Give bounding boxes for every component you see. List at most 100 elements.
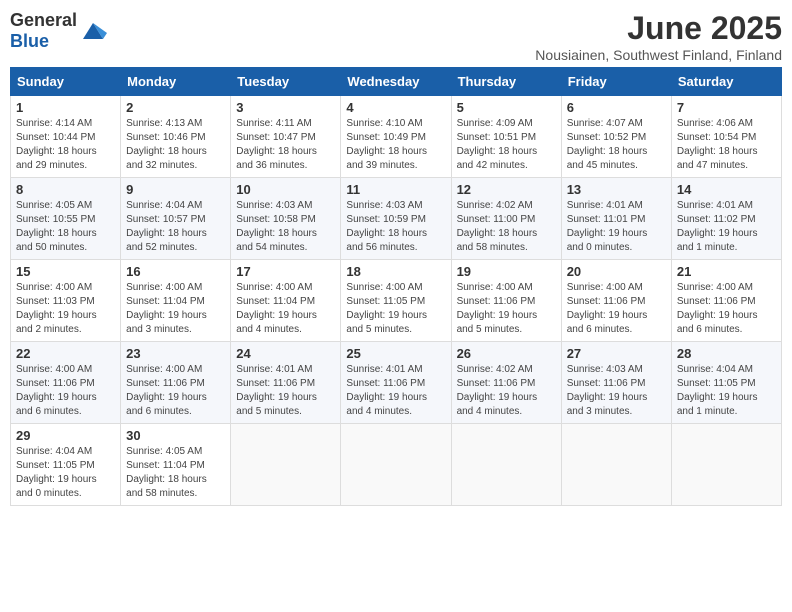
day-number: 6 — [567, 100, 666, 115]
day-number: 14 — [677, 182, 776, 197]
day-number: 22 — [16, 346, 115, 361]
day-info: Sunrise: 4:07 AMSunset: 10:52 PMDaylight… — [567, 117, 666, 173]
day-info: Sunrise: 4:00 AMSunset: 11:06 PMDaylight… — [457, 281, 556, 337]
header-wednesday: Wednesday — [341, 68, 451, 96]
day-info: Sunrise: 4:02 AMSunset: 11:06 PMDaylight… — [457, 363, 556, 419]
day-info: Sunrise: 4:05 AMSunset: 10:55 PMDaylight… — [16, 199, 115, 255]
day-info: Sunrise: 4:00 AMSunset: 11:05 PMDaylight… — [346, 281, 445, 337]
day-info: Sunrise: 4:10 AMSunset: 10:49 PMDaylight… — [346, 117, 445, 173]
week-row-4: 22 Sunrise: 4:00 AMSunset: 11:06 PMDaylig… — [11, 342, 782, 424]
day-cell — [341, 424, 451, 506]
day-cell — [561, 424, 671, 506]
day-cell: 26 Sunrise: 4:02 AMSunset: 11:06 PMDaylig… — [451, 342, 561, 424]
header-saturday: Saturday — [671, 68, 781, 96]
week-row-2: 8Sunrise: 4:05 AMSunset: 10:55 PMDayligh… — [11, 178, 782, 260]
day-number: 10 — [236, 182, 335, 197]
day-info: Sunrise: 4:00 AMSunset: 11:06 PMDaylight… — [567, 281, 666, 337]
day-number: 15 — [16, 264, 115, 279]
day-cell: 15 Sunrise: 4:00 AMSunset: 11:03 PMDaylig… — [11, 260, 121, 342]
day-info: Sunrise: 4:01 AMSunset: 11:06 PMDaylight… — [236, 363, 335, 419]
day-info: Sunrise: 4:03 AMSunset: 11:06 PMDaylight… — [567, 363, 666, 419]
day-number: 11 — [346, 182, 445, 197]
day-number: 4 — [346, 100, 445, 115]
day-cell: 5 Sunrise: 4:09 AMSunset: 10:51 PMDayligh… — [451, 96, 561, 178]
header-tuesday: Tuesday — [231, 68, 341, 96]
day-info: Sunrise: 4:00 AMSunset: 11:06 PMDaylight… — [677, 281, 776, 337]
day-number: 19 — [457, 264, 556, 279]
header-row: SundayMondayTuesdayWednesdayThursdayFrid… — [11, 68, 782, 96]
page-header: General Blue June 2025 Nousiainen, South… — [10, 10, 782, 63]
title-area: June 2025 Nousiainen, Southwest Finland,… — [535, 10, 782, 63]
day-info: Sunrise: 4:06 AMSunset: 10:54 PMDaylight… — [677, 117, 776, 173]
header-monday: Monday — [121, 68, 231, 96]
week-row-3: 15 Sunrise: 4:00 AMSunset: 11:03 PMDaylig… — [11, 260, 782, 342]
logo-text: General Blue — [10, 10, 77, 51]
week-row-5: 29 Sunrise: 4:04 AMSunset: 11:05 PMDaylig… — [11, 424, 782, 506]
day-cell: 22 Sunrise: 4:00 AMSunset: 11:06 PMDaylig… — [11, 342, 121, 424]
day-cell: 9 Sunrise: 4:04 AMSunset: 10:57 PMDayligh… — [121, 178, 231, 260]
day-info: Sunrise: 4:00 AMSunset: 11:03 PMDaylight… — [16, 281, 115, 337]
day-number: 29 — [16, 428, 115, 443]
day-info: Sunrise: 4:01 AMSunset: 11:06 PMDaylight… — [346, 363, 445, 419]
day-cell: 2 Sunrise: 4:13 AMSunset: 10:46 PMDayligh… — [121, 96, 231, 178]
day-cell — [451, 424, 561, 506]
day-cell: 29 Sunrise: 4:04 AMSunset: 11:05 PMDaylig… — [11, 424, 121, 506]
day-info: Sunrise: 4:00 AMSunset: 11:06 PMDaylight… — [126, 363, 225, 419]
day-number: 12 — [457, 182, 556, 197]
day-info: Sunrise: 4:01 AMSunset: 11:01 PMDaylight… — [567, 199, 666, 255]
day-info: Sunrise: 4:00 AMSunset: 11:04 PMDaylight… — [236, 281, 335, 337]
day-number: 1 — [16, 100, 115, 115]
day-cell — [671, 424, 781, 506]
day-info: Sunrise: 4:01 AMSunset: 11:02 PMDaylight… — [677, 199, 776, 255]
day-number: 2 — [126, 100, 225, 115]
day-number: 27 — [567, 346, 666, 361]
day-info: Sunrise: 4:00 AMSunset: 11:06 PMDaylight… — [16, 363, 115, 419]
day-number: 13 — [567, 182, 666, 197]
day-number: 26 — [457, 346, 556, 361]
day-cell: 25Sunrise: 4:01 AMSunset: 11:06 PMDaylig… — [341, 342, 451, 424]
day-number: 5 — [457, 100, 556, 115]
header-sunday: Sunday — [11, 68, 121, 96]
day-info: Sunrise: 4:03 AMSunset: 10:59 PMDaylight… — [346, 199, 445, 255]
day-cell: 24 Sunrise: 4:01 AMSunset: 11:06 PMDaylig… — [231, 342, 341, 424]
day-cell: 4 Sunrise: 4:10 AMSunset: 10:49 PMDayligh… — [341, 96, 451, 178]
day-number: 23 — [126, 346, 225, 361]
day-cell: 21Sunrise: 4:00 AMSunset: 11:06 PMDaylig… — [671, 260, 781, 342]
header-thursday: Thursday — [451, 68, 561, 96]
day-number: 3 — [236, 100, 335, 115]
day-cell: 30 Sunrise: 4:05 AMSunset: 11:04 PMDaylig… — [121, 424, 231, 506]
logo: General Blue — [10, 10, 107, 52]
day-number: 16 — [126, 264, 225, 279]
day-info: Sunrise: 4:04 AMSunset: 11:05 PMDaylight… — [16, 445, 115, 501]
header-friday: Friday — [561, 68, 671, 96]
day-info: Sunrise: 4:14 AMSunset: 10:44 PMDaylight… — [16, 117, 115, 173]
day-cell: 17 Sunrise: 4:00 AMSunset: 11:04 PMDaylig… — [231, 260, 341, 342]
day-cell: 19 Sunrise: 4:00 AMSunset: 11:06 PMDaylig… — [451, 260, 561, 342]
day-cell: 8Sunrise: 4:05 AMSunset: 10:55 PMDayligh… — [11, 178, 121, 260]
day-number: 30 — [126, 428, 225, 443]
day-info: Sunrise: 4:04 AMSunset: 10:57 PMDaylight… — [126, 199, 225, 255]
day-cell: 7Sunrise: 4:06 AMSunset: 10:54 PMDayligh… — [671, 96, 781, 178]
day-number: 28 — [677, 346, 776, 361]
day-number: 24 — [236, 346, 335, 361]
day-info: Sunrise: 4:05 AMSunset: 11:04 PMDaylight… — [126, 445, 225, 501]
day-number: 20 — [567, 264, 666, 279]
month-title: June 2025 — [535, 10, 782, 47]
calendar-table: SundayMondayTuesdayWednesdayThursdayFrid… — [10, 67, 782, 506]
day-info: Sunrise: 4:11 AMSunset: 10:47 PMDaylight… — [236, 117, 335, 173]
day-cell: 20 Sunrise: 4:00 AMSunset: 11:06 PMDaylig… — [561, 260, 671, 342]
day-cell: 13 Sunrise: 4:01 AMSunset: 11:01 PMDaylig… — [561, 178, 671, 260]
day-cell: 18Sunrise: 4:00 AMSunset: 11:05 PMDaylig… — [341, 260, 451, 342]
day-info: Sunrise: 4:13 AMSunset: 10:46 PMDaylight… — [126, 117, 225, 173]
day-cell: 6 Sunrise: 4:07 AMSunset: 10:52 PMDayligh… — [561, 96, 671, 178]
day-cell: 27 Sunrise: 4:03 AMSunset: 11:06 PMDaylig… — [561, 342, 671, 424]
day-number: 9 — [126, 182, 225, 197]
day-info: Sunrise: 4:09 AMSunset: 10:51 PMDaylight… — [457, 117, 556, 173]
logo-icon — [79, 19, 107, 43]
day-info: Sunrise: 4:00 AMSunset: 11:04 PMDaylight… — [126, 281, 225, 337]
day-number: 17 — [236, 264, 335, 279]
day-info: Sunrise: 4:02 AMSunset: 11:00 PMDaylight… — [457, 199, 556, 255]
day-cell: 16 Sunrise: 4:00 AMSunset: 11:04 PMDaylig… — [121, 260, 231, 342]
day-info: Sunrise: 4:04 AMSunset: 11:05 PMDaylight… — [677, 363, 776, 419]
location-subtitle: Nousiainen, Southwest Finland, Finland — [535, 47, 782, 63]
